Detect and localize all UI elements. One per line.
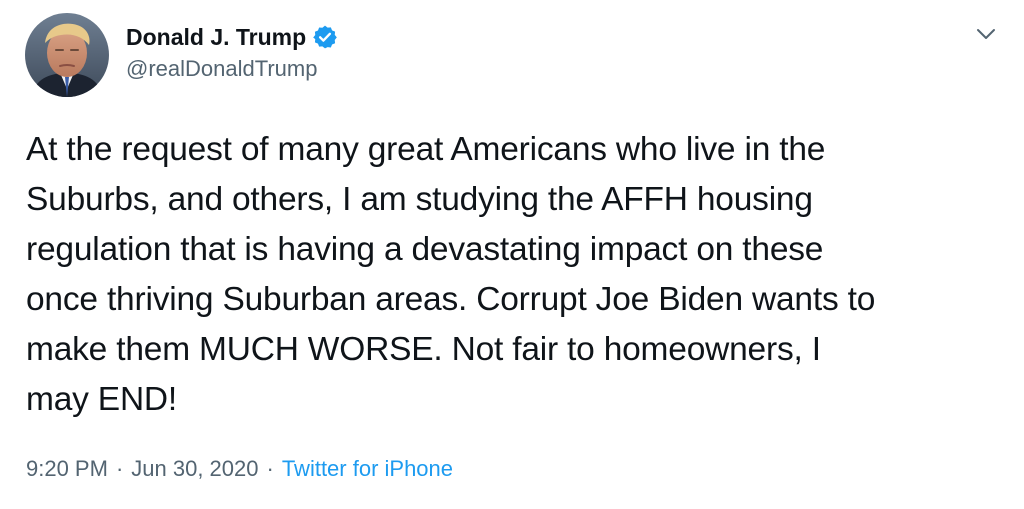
meta-separator: · [266,456,274,481]
author-name-row: Donald J. Trump [126,20,338,54]
verified-badge-icon [312,24,338,50]
tweet-text: At the request of many great Americans w… [26,131,876,418]
tweet-time[interactable]: 9:20 PM [26,456,108,482]
author-avatar[interactable] [25,13,109,97]
tweet-card: Donald J. Trump @realDonaldTrump At the … [0,0,1024,509]
tweet-date[interactable]: Jun 30, 2020 [131,456,258,482]
chevron-down-icon[interactable] [972,20,1000,48]
tweet-source-link[interactable]: Twitter for iPhone [282,456,453,482]
avatar-image [25,13,109,97]
author-handle[interactable]: @realDonaldTrump [126,56,317,82]
tweet-metadata: 9:20 PM · Jun 30, 2020 · Twitter for iPh… [26,452,453,486]
meta-separator: · [115,456,124,481]
author-display-name[interactable]: Donald J. Trump [126,24,306,51]
